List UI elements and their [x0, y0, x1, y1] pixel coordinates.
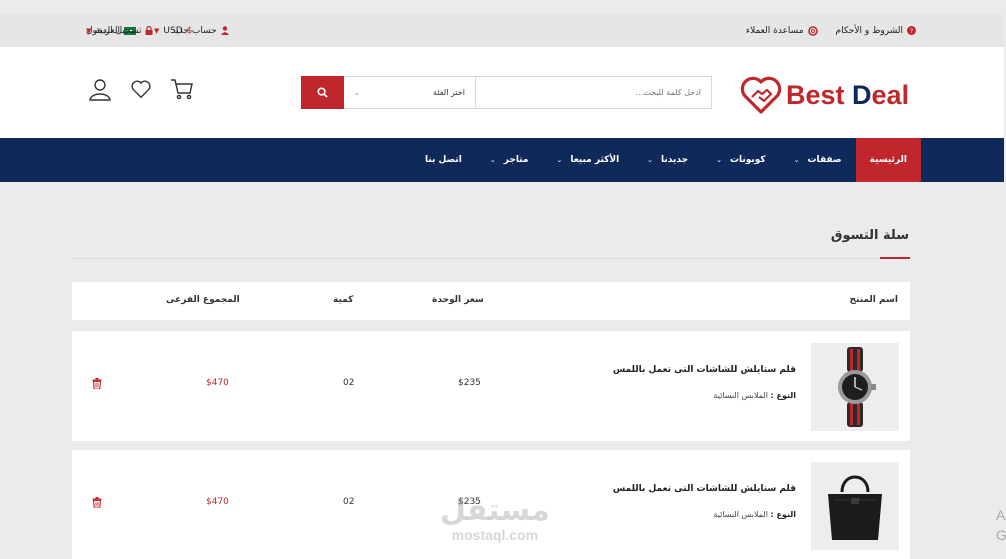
help-link[interactable]: مساعدة العملاء [746, 26, 818, 36]
unit-price: $235 [458, 378, 481, 388]
product-type: النوع : الملابس النسائية [713, 510, 796, 519]
chevron-down-icon: ⌄ [647, 156, 654, 164]
trash-icon[interactable] [92, 497, 102, 508]
column-quantity: كمية [333, 295, 354, 305]
table-row: قلم ستايلش للشاشات التى تعمل باللمس النو… [72, 331, 910, 441]
handbag-icon [828, 475, 882, 540]
heart-handshake-icon [740, 76, 782, 114]
new-account-label: حساب جديد [171, 25, 217, 36]
search-button[interactable] [301, 76, 344, 109]
logo[interactable]: Best Deal [740, 75, 909, 115]
question-icon: ? [907, 26, 916, 35]
table-header: اسم المنتج سعر الوحدة كمية المجموع الفرع… [72, 282, 910, 320]
search-input[interactable] [476, 77, 711, 108]
edge-char-a: A [996, 507, 1006, 523]
nav-item-best-sellers[interactable]: الأكثر مبيعا ⌄ [542, 138, 633, 182]
subtotal-value: $470 [206, 378, 229, 388]
divider [72, 258, 910, 259]
category-select[interactable]: اختر الفئة ⌄ [344, 77, 476, 108]
quantity-value[interactable]: 02 [343, 378, 354, 388]
title-underline [880, 257, 910, 259]
svg-text:?: ? [910, 28, 913, 35]
search-icon [317, 87, 328, 98]
new-account-link[interactable]: حساب جديد [171, 25, 229, 36]
nav-item-stores[interactable]: متاجر ⌄ [476, 138, 543, 182]
top-bar-right-group: ? الشروط و الأحكام مساعدة العملاء [746, 26, 916, 36]
watch-icon [838, 347, 876, 427]
category-label: اختر الفئة [433, 88, 465, 97]
watermark: مستقل mostaql.com [440, 493, 550, 543]
search-bar: اختر الفئة ⌄ [301, 76, 712, 109]
lock-icon [145, 26, 153, 35]
product-image-watch[interactable] [811, 343, 899, 431]
chevron-down-icon: ⌄ [354, 88, 360, 97]
product-name[interactable]: قلم ستايلش للشاشات التى تعمل باللمس [613, 484, 796, 494]
nav-item-contact[interactable]: اتصل بنا [411, 138, 476, 182]
nav-item-home[interactable]: الرئيسية [855, 138, 921, 182]
login-label: تسجيل الدخول [86, 25, 142, 36]
column-subtotal: المجموع الفرعى [166, 295, 240, 305]
product-type: النوع : الملابس النسائية [713, 391, 796, 400]
edge-char-g: G [996, 527, 1006, 544]
chevron-down-icon: ⌄ [716, 156, 722, 164]
subtotal-value: $470 [206, 497, 229, 507]
terms-link[interactable]: ? الشروط و الأحكام [836, 26, 916, 36]
column-unit-price: سعر الوحدة [432, 295, 484, 305]
account-icon[interactable] [88, 77, 112, 101]
lifebuoy-icon [807, 25, 818, 36]
help-label: مساعدة العملاء [745, 25, 804, 36]
heart-icon[interactable] [130, 78, 152, 100]
terms-label: الشروط و الأحكام [835, 25, 903, 36]
column-product: اسم المنتج [849, 295, 898, 305]
nav-item-deals[interactable]: صفقات ⌄ [780, 138, 856, 182]
account-links: حساب جديد تسجيل الدخول [86, 14, 229, 47]
user-icon [220, 26, 229, 35]
product-name[interactable]: قلم ستايلش للشاشات التى تعمل باللمس [613, 365, 796, 375]
quantity-value[interactable]: 02 [343, 497, 354, 507]
product-image-bag[interactable] [811, 462, 899, 550]
edge-text: A G [996, 505, 1006, 546]
header-icons [88, 77, 194, 101]
chevron-down-icon: ⌄ [489, 156, 496, 164]
trash-icon[interactable] [92, 378, 102, 389]
nav-item-new[interactable]: جديدنا ⌄ [633, 138, 702, 182]
page-title: سلة التسوق [830, 228, 909, 243]
login-link[interactable]: تسجيل الدخول [86, 26, 153, 36]
chevron-down-icon: ⌄ [793, 156, 800, 164]
watermark-latin: mostaql.com [451, 527, 539, 543]
logo-text: Best Deal [786, 79, 910, 110]
chevron-down-icon: ⌄ [556, 156, 563, 164]
main-nav: الرئيسية صفقات ⌄ كوبونات ⌄ جديدنا ⌄ الأكثر … [0, 138, 1004, 182]
site-header: اختر الفئة ⌄ Best Deal [0, 47, 1004, 138]
nav-item-coupons[interactable]: كوبونات ⌄ [702, 138, 780, 182]
watermark-arabic: مستقل [440, 493, 550, 528]
cart-icon[interactable] [170, 77, 194, 101]
